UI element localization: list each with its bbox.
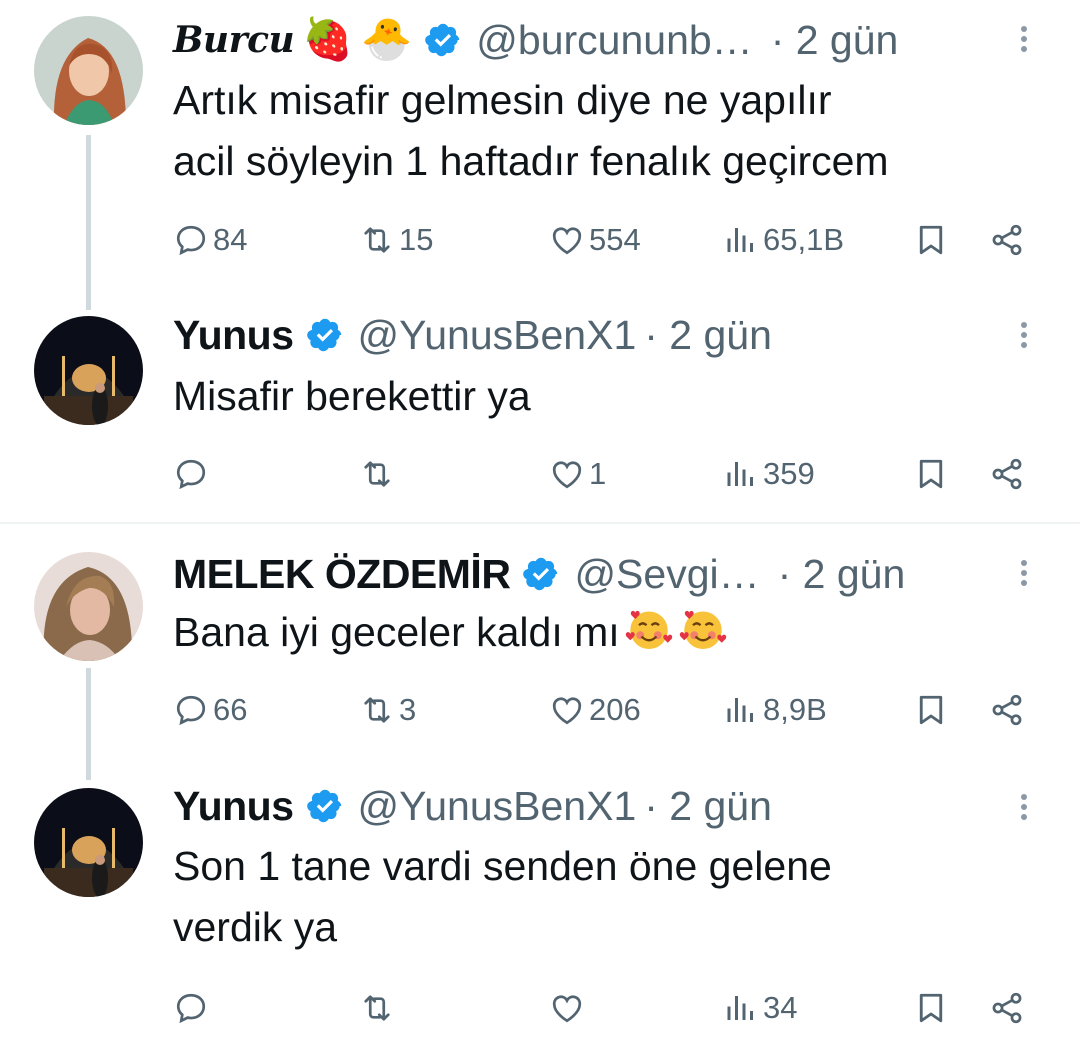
tweet-text: Son 1 tane vardi senden öne gelene verdi… [173, 843, 832, 950]
smiling-face-with-hearts-emoji [624, 604, 674, 654]
share-button[interactable] [989, 216, 1025, 264]
views-button[interactable]: 8,9B [723, 686, 827, 734]
smiling-face-with-hearts-emoji [678, 604, 728, 654]
avatar[interactable] [34, 316, 143, 425]
views-button[interactable]: 359 [723, 450, 815, 498]
action-bar: 1 359 [173, 450, 1033, 498]
chick-emoji: 🐣 [361, 16, 413, 62]
retweet-button[interactable] [359, 450, 399, 498]
bookmark-button[interactable] [913, 450, 949, 498]
more-icon[interactable] [1016, 790, 1032, 830]
handle[interactable]: @Sevgi… [574, 551, 759, 598]
reply-button[interactable]: 66 [173, 686, 247, 734]
strawberry-emoji: 🍓 [302, 16, 354, 62]
timestamp[interactable]: · 2 gün [778, 551, 906, 598]
timestamp[interactable]: · 2 gün [644, 783, 772, 830]
tweet-text: Misafir berekettir ya [173, 373, 531, 419]
avatar[interactable] [34, 16, 143, 125]
handle[interactable]: @burcununb… [476, 17, 752, 64]
display-name[interactable]: Yunus [173, 783, 294, 830]
like-button[interactable]: 1 [549, 450, 606, 498]
verified-badge-icon[interactable] [424, 21, 462, 59]
avatar-image [34, 16, 143, 125]
reply-button[interactable] [173, 984, 213, 1032]
thread-line [86, 135, 91, 310]
verified-badge-icon[interactable] [522, 555, 560, 593]
display-name[interactable]: Burcu [173, 19, 295, 61]
action-bar: 84 15 554 65,1B [173, 216, 1033, 264]
more-icon[interactable] [1016, 318, 1032, 358]
timestamp[interactable]: · 2 gün [771, 17, 899, 64]
like-button[interactable]: 206 [549, 686, 641, 734]
reply-button[interactable] [173, 450, 213, 498]
reply-button[interactable]: 84 [173, 216, 247, 264]
action-bar: 66 3 206 8,9B [173, 686, 1033, 734]
retweet-button[interactable]: 3 [359, 686, 416, 734]
share-button[interactable] [989, 450, 1025, 498]
bookmark-button[interactable] [913, 686, 949, 734]
retweet-button[interactable]: 15 [359, 216, 433, 264]
verified-badge-icon[interactable] [306, 316, 344, 354]
tweet-1[interactable]: Burcu 🍓 🐣 @burcununb… · 2 gün Artık misa… [0, 0, 1080, 310]
tweet-2[interactable]: Yunus @YunusBenX1 · 2 gün Misafir bereke… [0, 300, 1080, 520]
tweet-text: Artık misafir gelmesin diye ne yapılır a… [173, 77, 889, 184]
action-bar: 34 [173, 984, 1033, 1032]
views-button[interactable]: 65,1B [723, 216, 844, 264]
thread-line [86, 668, 91, 780]
like-button[interactable] [549, 984, 589, 1032]
bookmark-button[interactable] [913, 216, 949, 264]
divider [0, 522, 1080, 524]
avatar-image [34, 316, 143, 425]
avatar-image [34, 788, 143, 897]
handle[interactable]: @YunusBenX1 [358, 783, 637, 830]
display-name[interactable]: Yunus [173, 312, 294, 359]
display-name[interactable]: MELEK ÖZDEMİR [173, 551, 511, 598]
bookmark-button[interactable] [913, 984, 949, 1032]
avatar-image [34, 552, 143, 661]
tweet-3[interactable]: MELEK ÖZDEMİR @Sevgi… · 2 gün Bana iyi g… [0, 540, 1080, 780]
views-button[interactable]: 34 [723, 984, 797, 1032]
timestamp[interactable]: · 2 gün [644, 312, 772, 359]
avatar[interactable] [34, 552, 143, 661]
verified-badge-icon[interactable] [306, 787, 344, 825]
like-button[interactable]: 554 [549, 216, 641, 264]
avatar[interactable] [34, 788, 143, 897]
more-icon[interactable] [1016, 556, 1032, 596]
retweet-button[interactable] [359, 984, 399, 1032]
more-icon[interactable] [1016, 22, 1032, 62]
share-button[interactable] [989, 686, 1025, 734]
handle[interactable]: @YunusBenX1 [358, 312, 637, 359]
tweet-4[interactable]: Yunus @YunusBenX1 · 2 gün Son 1 tane var… [0, 772, 1080, 1044]
tweet-text: Bana iyi geceler kaldı mı [173, 602, 1053, 663]
share-button[interactable] [989, 984, 1025, 1032]
